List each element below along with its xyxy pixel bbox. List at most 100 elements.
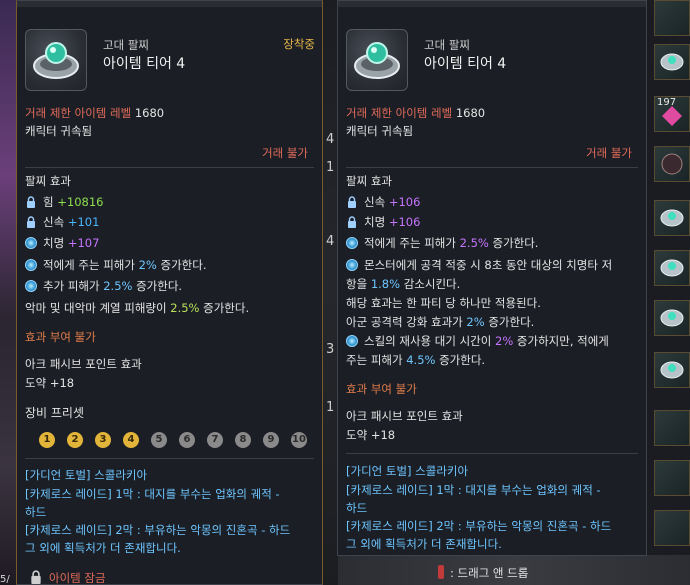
bracelet-icon xyxy=(660,309,684,327)
stat-line: 신속 +106 xyxy=(346,194,420,210)
mouse-icon xyxy=(438,565,444,579)
rune-icon xyxy=(346,237,358,249)
preset-button[interactable]: 1 xyxy=(39,432,55,448)
item-lock-row[interactable]: 아이템 잠금 xyxy=(29,570,106,585)
effect-text: 증가한다. xyxy=(199,301,250,315)
required-level-label: 거래 제한 아이템 레벨 xyxy=(346,106,453,120)
preset-buttons: 1 2 3 4 5 6 7 8 9 10 xyxy=(39,432,307,448)
background-right-inventory: 197 xyxy=(646,0,690,585)
effect-line: 아군 공격력 강화 효과가 2% 증가한다. xyxy=(346,314,534,330)
mid-char: 1 xyxy=(326,160,335,175)
item-tooltip-compare: 고대 팔찌 아이템 티어 4 거래 제한 아이템 레벨 1680 캐릭터 귀속됨… xyxy=(337,0,647,556)
inventory-slot[interactable] xyxy=(654,200,690,236)
tooltip-header-bar xyxy=(17,1,322,7)
preset-button[interactable]: 4 xyxy=(123,432,139,448)
inventory-slot[interactable] xyxy=(654,300,690,336)
preset-button[interactable]: 9 xyxy=(263,432,279,448)
stat-value: +106 xyxy=(388,215,421,229)
equipped-badge: 장착중 xyxy=(283,37,315,51)
item-header: 고대 팔찌 아이템 티어 4 xyxy=(346,29,636,91)
inventory-slot[interactable] xyxy=(654,460,690,496)
effect-text: 증가한다. xyxy=(435,353,486,367)
inventory-slot[interactable]: 197 xyxy=(654,96,690,132)
source-line: 하드 xyxy=(25,505,47,519)
trade-status: 거래 불가 xyxy=(262,146,308,160)
required-level: 거래 제한 아이템 레벨 1680 xyxy=(346,105,485,121)
effect-value: 1.8% xyxy=(370,277,401,291)
inventory-slot[interactable] xyxy=(654,410,690,446)
lock-icon xyxy=(348,196,356,208)
inventory-slot[interactable] xyxy=(654,146,690,182)
enchant-status: 효과 부여 불가 xyxy=(25,330,96,344)
stat-line: 신속 +101 xyxy=(25,214,99,230)
ark-passive-title: 아크 패시브 포인트 효과 xyxy=(346,409,463,423)
stat-line: 치명 +106 xyxy=(346,214,420,230)
background-bottom-bar: : 드래그 앤 드롭 xyxy=(338,555,690,585)
inventory-slot[interactable] xyxy=(654,250,690,286)
inventory-slot[interactable] xyxy=(654,510,690,546)
item-tooltip-equipped: 고대 팔찌 아이템 티어 4 장착중 거래 제한 아이템 레벨 1680 캐릭터… xyxy=(16,0,323,585)
rune-icon xyxy=(25,237,37,249)
ark-passive-title: 아크 패시브 포인트 효과 xyxy=(25,357,142,371)
item-grade: 고대 팔찌 xyxy=(424,38,470,52)
source-line: [가디언 토벌] 스콜라키아 xyxy=(25,468,148,482)
preset-button[interactable]: 2 xyxy=(67,432,83,448)
ark-passive-value: 도약 +18 xyxy=(346,428,396,442)
required-level-value: 1680 xyxy=(455,106,486,120)
effect-line: 항을 1.8% 감소시킨다. xyxy=(346,276,460,292)
effect-text: 적에게 주는 피해가 xyxy=(43,258,139,272)
trade-status: 거래 불가 xyxy=(586,146,632,160)
effect-value: 2.5% xyxy=(170,301,200,315)
effect-line: 추가 피해가 2.5% 증가한다. xyxy=(25,278,182,294)
effect-value: 2.5% xyxy=(459,236,489,250)
effect-text: 주는 피해가 xyxy=(346,353,407,367)
effect-line: 해당 효과는 한 파티 당 하나만 적용된다. xyxy=(346,296,541,310)
bracelet-icon xyxy=(660,53,684,71)
rune-icon xyxy=(346,335,358,347)
lock-icon xyxy=(27,216,35,228)
left-edge-text: 5/ xyxy=(0,574,10,585)
source-line: [가디언 토벌] 스콜라키아 xyxy=(346,464,469,478)
effect-text: 스킬의 재사용 대기 시간이 xyxy=(364,334,496,348)
slot-count: 197 xyxy=(657,97,677,108)
preset-title: 장비 프리셋 xyxy=(25,406,85,420)
preset-button[interactable]: 10 xyxy=(291,432,307,448)
divider xyxy=(25,458,314,459)
required-level-label: 거래 제한 아이템 레벨 xyxy=(25,106,132,120)
effect-text: 적에게 주는 피해가 xyxy=(364,236,460,250)
preset-button[interactable]: 3 xyxy=(95,432,111,448)
stat-name: 신속 xyxy=(43,215,65,229)
rune-icon xyxy=(25,259,37,271)
effect-text: 증가한다. xyxy=(156,258,207,272)
bracelet-icon xyxy=(660,361,684,379)
stat-name: 치명 xyxy=(43,236,65,250)
source-line: [카제로스 레이드] 2막 : 부유하는 악몽의 진혼곡 - 하드 xyxy=(25,523,291,537)
item-header: 고대 팔찌 아이템 티어 4 장착중 xyxy=(25,29,315,91)
source-line: [카제로스 레이드] 1막 : 대지를 부수는 업화의 궤적 - xyxy=(346,483,601,497)
effect-text: 몬스터에게 공격 적중 시 8초 동안 대상의 치명타 저 xyxy=(364,258,613,272)
stat-value: +107 xyxy=(67,236,100,250)
effect-line: 주는 피해가 4.5% 증가한다. xyxy=(346,352,485,368)
lock-icon xyxy=(27,196,35,208)
tooltip-header-bar xyxy=(338,1,646,7)
preset-button[interactable]: 6 xyxy=(179,432,195,448)
bracelet-effect-title: 팔찌 효과 xyxy=(25,174,71,188)
preset-button[interactable]: 5 xyxy=(151,432,167,448)
source-line: [카제로스 레이드] 1막 : 대지를 부수는 업화의 궤적 - xyxy=(25,487,280,501)
inventory-slot[interactable] xyxy=(654,44,690,80)
rune-icon xyxy=(25,280,37,292)
preset-button[interactable]: 7 xyxy=(207,432,223,448)
preset-button[interactable]: 8 xyxy=(235,432,251,448)
item-name: 아이템 티어 4 xyxy=(103,56,186,72)
effect-text: 증가한다. xyxy=(488,236,539,250)
stat-line: 치명 +107 xyxy=(25,235,99,251)
inventory-slot[interactable] xyxy=(654,352,690,388)
bracelet-icon xyxy=(660,209,684,227)
bracelet-icon xyxy=(346,29,408,91)
rune-icon xyxy=(346,259,358,271)
divider xyxy=(346,167,638,168)
inventory-slot[interactable] xyxy=(654,0,690,36)
source-line: 그 외에 획득처가 더 존재합니다. xyxy=(346,537,502,551)
background-middle-panel: 4 4 1 1 3 xyxy=(322,0,338,585)
divider xyxy=(346,453,638,454)
